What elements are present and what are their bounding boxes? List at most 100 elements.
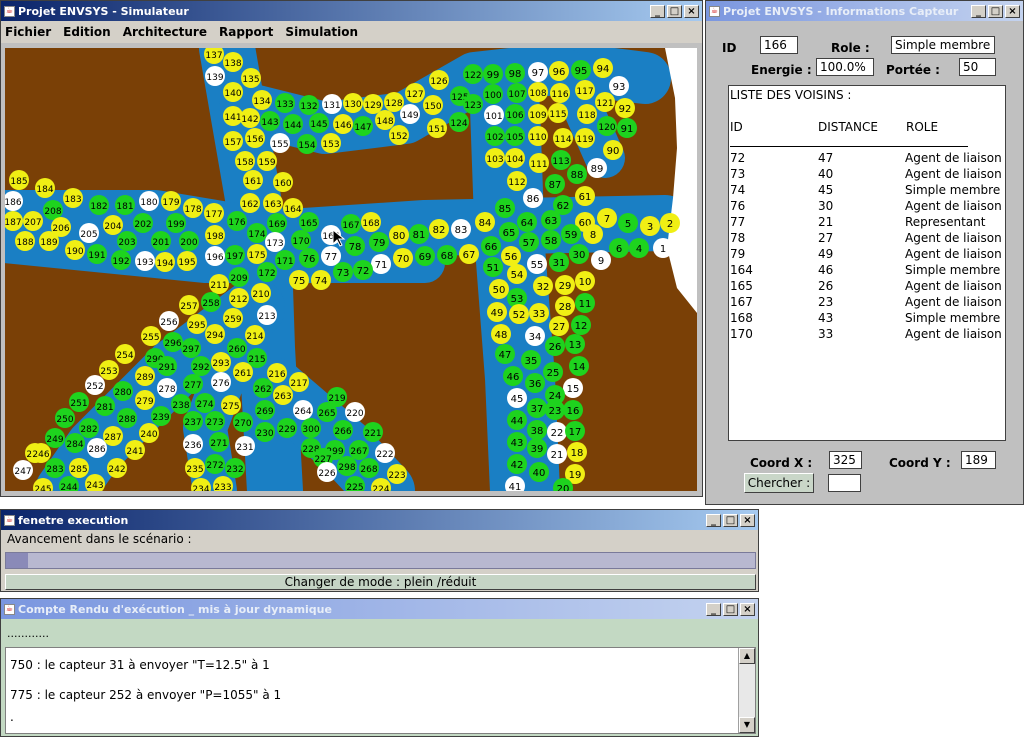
sensor-node[interactable]: 12 xyxy=(571,315,591,335)
sensor-node[interactable]: 14 xyxy=(569,356,589,376)
sensor-node[interactable]: 143 xyxy=(260,111,280,131)
sensor-node[interactable]: 241 xyxy=(125,440,145,460)
sensor-node[interactable]: 270 xyxy=(233,412,253,432)
sensor-node[interactable]: 220 xyxy=(345,402,365,422)
sensor-node[interactable]: 295 xyxy=(187,314,207,334)
sensor-node[interactable]: 76 xyxy=(299,248,319,268)
sensor-node[interactable]: 119 xyxy=(575,128,595,148)
energie-field[interactable]: 100.0% xyxy=(816,58,874,76)
sensor-node[interactable]: 180 xyxy=(139,191,159,211)
sensor-node[interactable]: 271 xyxy=(209,432,229,452)
sensor-node[interactable]: 34 xyxy=(525,326,545,346)
sensor-node[interactable]: 230 xyxy=(255,422,275,442)
sensor-node[interactable]: 100 xyxy=(483,84,503,104)
sensor-node[interactable]: 297 xyxy=(181,338,201,358)
sensor-node[interactable]: 191 xyxy=(87,244,107,264)
sensor-node[interactable]: 17 xyxy=(565,421,585,441)
sensor-node[interactable]: 175 xyxy=(247,244,267,264)
sensor-node[interactable]: 211 xyxy=(209,274,229,294)
sensor-node[interactable]: 296 xyxy=(163,332,183,352)
sensor-node[interactable]: 157 xyxy=(223,131,243,151)
sensor-node[interactable]: 91 xyxy=(617,118,637,138)
sensor-node[interactable]: 120 xyxy=(597,116,617,136)
minimize-button[interactable]: _ xyxy=(650,4,665,18)
sensor-node[interactable]: 184 xyxy=(35,178,55,198)
sensor-node[interactable]: 116 xyxy=(550,83,570,103)
simulator-titlebar[interactable]: ☕ Projet ENVSYS - Simulateur _ □ × xyxy=(1,1,702,21)
sensor-node[interactable]: 288 xyxy=(117,408,137,428)
sensor-node[interactable]: 141 xyxy=(223,106,243,126)
sensor-node[interactable]: 65 xyxy=(499,222,519,242)
sensor-node[interactable]: 45 xyxy=(507,388,527,408)
sensor-node[interactable]: 276 xyxy=(211,372,231,392)
sensor-node[interactable]: 268 xyxy=(359,458,379,478)
sensor-node[interactable]: 250 xyxy=(55,408,75,428)
sensor-node[interactable]: 161 xyxy=(243,170,263,190)
coordy-field[interactable]: 189 xyxy=(961,451,996,469)
sensor-node[interactable]: 193 xyxy=(135,251,155,271)
sensor-node[interactable]: 63 xyxy=(541,210,561,230)
sensor-node[interactable]: 115 xyxy=(548,103,568,123)
sensor-node[interactable]: 104 xyxy=(505,148,525,168)
sensor-node[interactable]: 235 xyxy=(185,458,205,478)
sensor-node[interactable]: 181 xyxy=(115,195,135,215)
sensor-node[interactable]: 28 xyxy=(555,296,575,316)
sensor-node[interactable]: 231 xyxy=(235,436,255,456)
sensor-node[interactable]: 93 xyxy=(609,76,629,96)
sensor-node[interactable]: 52 xyxy=(509,304,529,324)
sensor-node[interactable]: 139 xyxy=(205,66,225,86)
id-field[interactable]: 166 xyxy=(760,36,798,54)
sensor-node[interactable]: 50 xyxy=(489,279,509,299)
portee-field[interactable]: 50 xyxy=(959,58,996,76)
sensor-node[interactable]: 58 xyxy=(541,230,561,250)
sensor-node[interactable]: 282 xyxy=(79,418,99,438)
sensor-node[interactable]: 174 xyxy=(247,223,267,243)
sensor-node[interactable]: 71 xyxy=(371,254,391,274)
sensor-node[interactable]: 79 xyxy=(369,232,389,252)
sensor-node[interactable]: 48 xyxy=(491,324,511,344)
sensor-node[interactable]: 112 xyxy=(507,171,527,191)
sensor-node[interactable]: 147 xyxy=(353,116,373,136)
neighbor-row[interactable]: 168 43 Simple membre xyxy=(729,311,1005,327)
sensor-node[interactable]: 55 xyxy=(527,254,547,274)
minimize-button[interactable]: _ xyxy=(971,4,986,18)
sensor-node[interactable]: 189 xyxy=(39,231,59,251)
sensor-node[interactable]: 170 xyxy=(291,230,311,250)
sensor-node[interactable]: 57 xyxy=(519,232,539,252)
sensor-node[interactable]: 148 xyxy=(375,110,395,130)
maximize-button[interactable]: □ xyxy=(667,4,682,18)
sensor-node[interactable]: 122 xyxy=(463,64,483,84)
sensor-node[interactable]: 208 xyxy=(43,200,63,220)
sensor-node[interactable]: 266 xyxy=(333,420,353,440)
sensor-node[interactable]: 202 xyxy=(133,213,153,233)
sensor-node[interactable]: 44 xyxy=(507,410,527,430)
sensor-node[interactable]: 36 xyxy=(525,373,545,393)
sensor-node[interactable]: 37 xyxy=(527,398,547,418)
sensor-node[interactable]: 251 xyxy=(69,392,89,412)
sensor-node[interactable]: 222 xyxy=(375,443,395,463)
menu-rapport[interactable]: Rapport xyxy=(219,25,273,39)
sensor-node[interactable]: 151 xyxy=(427,118,447,138)
simulation-canvas[interactable]: 137 138 139 135 140 134 133 132 131 130 129 128 127 1… xyxy=(5,48,697,491)
sensor-node[interactable]: 16 xyxy=(563,400,583,420)
sensor-node[interactable]: 142 xyxy=(240,108,260,128)
sensor-node[interactable]: 277 xyxy=(183,374,203,394)
sensor-node[interactable]: 152 xyxy=(389,125,409,145)
sensor-node[interactable]: 96 xyxy=(549,61,569,81)
sensor-node[interactable]: 2 xyxy=(660,213,680,233)
sensor-node[interactable]: 144 xyxy=(283,114,303,134)
sensor-node[interactable]: 9 xyxy=(591,250,611,270)
sensor-node[interactable]: 273 xyxy=(205,411,225,431)
sensor-node[interactable]: 205 xyxy=(79,223,99,243)
sensor-node[interactable]: 123 xyxy=(463,94,483,114)
maximize-button[interactable]: □ xyxy=(723,513,738,527)
sensor-node[interactable]: 130 xyxy=(343,93,363,113)
sensor-node[interactable]: 171 xyxy=(275,250,295,270)
sensor-node[interactable]: 172 xyxy=(257,262,277,282)
sensor-node[interactable]: 25 xyxy=(543,362,563,382)
sensor-node[interactable]: 173 xyxy=(265,232,285,252)
sensor-node[interactable]: 94 xyxy=(593,58,613,78)
sensor-node[interactable]: 209 xyxy=(229,267,249,287)
neighbors-list[interactable]: LISTE DES VOISINS : ID DISTANCE ROLE 72 4… xyxy=(728,85,1006,441)
sensor-node[interactable]: 129 xyxy=(363,94,383,114)
